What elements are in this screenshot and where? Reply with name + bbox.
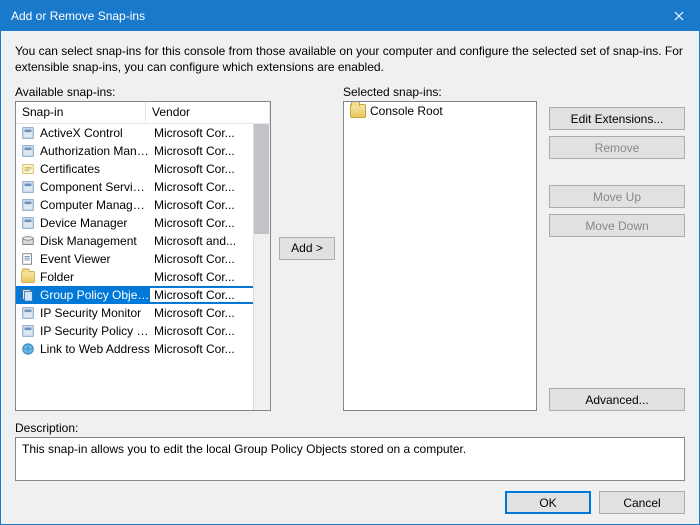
snapin-vendor: Microsoft and... <box>150 234 266 248</box>
move-down-button[interactable]: Move Down <box>549 214 685 237</box>
snapin-vendor: Microsoft Cor... <box>150 324 266 338</box>
window-title: Add or Remove Snap-ins <box>11 9 145 23</box>
snapin-vendor: Microsoft Cor... <box>150 144 266 158</box>
snapin-name: Group Policy Object ... <box>40 288 150 302</box>
middle-column: Add > <box>279 85 335 411</box>
snapin-row[interactable]: Device ManagerMicrosoft Cor... <box>16 214 270 232</box>
cert-icon <box>20 161 36 177</box>
move-up-button[interactable]: Move Up <box>549 185 685 208</box>
dialog-window: Add or Remove Snap-ins You can select sn… <box>0 0 700 525</box>
cancel-button[interactable]: Cancel <box>599 491 685 514</box>
dialog-buttons: OK Cancel <box>15 491 685 514</box>
snapin-name: Link to Web Address <box>40 342 150 356</box>
edit-extensions-button[interactable]: Edit Extensions... <box>549 107 685 130</box>
snapin-name: Event Viewer <box>40 252 150 266</box>
description-box: This snap-in allows you to edit the loca… <box>15 437 685 481</box>
selected-label: Selected snap-ins: <box>343 85 537 99</box>
gap <box>549 165 685 179</box>
snapin-name: ActiveX Control <box>40 126 150 140</box>
header-vendor[interactable]: Vendor <box>146 102 270 123</box>
snapin-vendor: Microsoft Cor... <box>150 270 266 284</box>
remove-button[interactable]: Remove <box>549 136 685 159</box>
snapin-row[interactable]: CertificatesMicrosoft Cor... <box>16 160 270 178</box>
ipsecpol-icon <box>20 323 36 339</box>
gpo-icon <box>20 287 36 303</box>
device-icon <box>20 215 36 231</box>
link-icon <box>20 341 36 357</box>
snapin-vendor: Microsoft Cor... <box>150 162 266 176</box>
ok-button[interactable]: OK <box>505 491 591 514</box>
snapin-vendor: Microsoft Cor... <box>150 216 266 230</box>
snapin-vendor: Microsoft Cor... <box>150 126 266 140</box>
advanced-button[interactable]: Advanced... <box>549 388 685 411</box>
snapin-row[interactable]: Component ServicesMicrosoft Cor... <box>16 178 270 196</box>
close-button[interactable] <box>659 1 699 31</box>
mgmt-icon <box>20 197 36 213</box>
header-snapin[interactable]: Snap-in <box>16 102 146 123</box>
snapin-row[interactable]: ActiveX ControlMicrosoft Cor... <box>16 124 270 142</box>
scrollbar-thumb[interactable] <box>254 124 269 234</box>
snapin-row[interactable]: Authorization ManagerMicrosoft Cor... <box>16 142 270 160</box>
available-headers: Snap-in Vendor <box>16 102 270 124</box>
snapin-name: Computer Managem... <box>40 198 150 212</box>
folder-icon <box>20 269 36 285</box>
tree-root-label: Console Root <box>370 104 443 118</box>
snapin-vendor: Microsoft Cor... <box>150 180 266 194</box>
snapin-name: Device Manager <box>40 216 150 230</box>
description-area: Description: This snap-in allows you to … <box>15 421 685 481</box>
intro-text: You can select snap-ins for this console… <box>15 43 685 75</box>
scrollbar[interactable] <box>253 124 270 410</box>
snapin-row[interactable]: IP Security MonitorMicrosoft Cor... <box>16 304 270 322</box>
disk-icon <box>20 233 36 249</box>
snapin-vendor: Microsoft Cor... <box>150 306 266 320</box>
authz-icon <box>20 143 36 159</box>
dialog-body: You can select snap-ins for this console… <box>1 31 699 524</box>
flex-spacer <box>549 243 685 382</box>
available-label: Available snap-ins: <box>15 85 271 99</box>
titlebar: Add or Remove Snap-ins <box>1 1 699 31</box>
snapin-name: IP Security Monitor <box>40 306 150 320</box>
snapin-row[interactable]: Event ViewerMicrosoft Cor... <box>16 250 270 268</box>
selected-listbox[interactable]: Console Root <box>343 101 537 411</box>
snapin-row[interactable]: Disk ManagementMicrosoft and... <box>16 232 270 250</box>
selected-column: Selected snap-ins: Console Root <box>343 85 537 411</box>
snapin-row[interactable]: FolderMicrosoft Cor... <box>16 268 270 286</box>
activex-icon <box>20 125 36 141</box>
snapin-row[interactable]: Group Policy Object ...Microsoft Cor... <box>16 286 270 304</box>
snapin-name: Folder <box>40 270 150 284</box>
snapin-row[interactable]: Link to Web AddressMicrosoft Cor... <box>16 340 270 358</box>
close-icon <box>674 11 684 21</box>
folder-icon <box>350 104 366 118</box>
panels-area: Available snap-ins: Snap-in Vendor Activ… <box>15 85 685 411</box>
snapin-row[interactable]: Computer Managem...Microsoft Cor... <box>16 196 270 214</box>
available-listbox[interactable]: Snap-in Vendor ActiveX ControlMicrosoft … <box>15 101 271 411</box>
available-column: Available snap-ins: Snap-in Vendor Activ… <box>15 85 271 411</box>
tree-root-item[interactable]: Console Root <box>344 102 536 120</box>
actions-column: Edit Extensions... Remove Move Up Move D… <box>545 85 685 411</box>
description-label: Description: <box>15 421 685 435</box>
event-icon <box>20 251 36 267</box>
snapin-vendor: Microsoft Cor... <box>150 252 266 266</box>
actions-spacer-label <box>549 85 685 99</box>
snapin-vendor: Microsoft Cor... <box>150 198 266 212</box>
ipsec-icon <box>20 305 36 321</box>
add-button[interactable]: Add > <box>279 237 335 260</box>
snapin-vendor: Microsoft Cor... <box>150 342 266 356</box>
snapin-name: IP Security Policy M... <box>40 324 150 338</box>
snapin-name: Authorization Manager <box>40 144 150 158</box>
snapin-row[interactable]: IP Security Policy M...Microsoft Cor... <box>16 322 270 340</box>
snapin-name: Disk Management <box>40 234 150 248</box>
snapin-name: Component Services <box>40 180 150 194</box>
comp-icon <box>20 179 36 195</box>
snapin-name: Certificates <box>40 162 150 176</box>
snapin-vendor: Microsoft Cor... <box>150 288 266 302</box>
